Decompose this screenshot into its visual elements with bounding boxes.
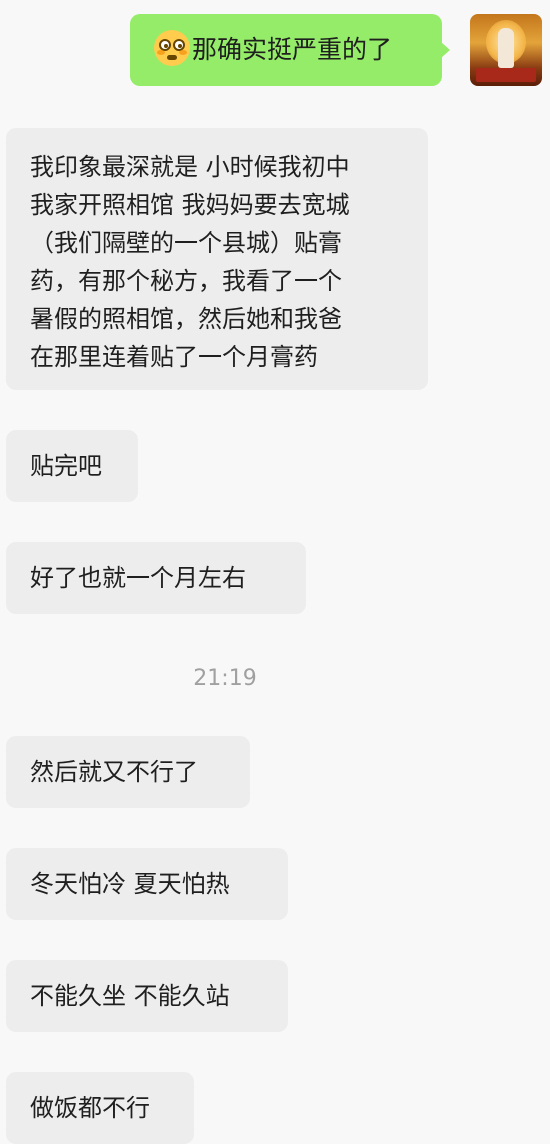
message-line: 贴完吧 — [30, 452, 102, 480]
incoming-message-bubble[interactable]: 好了也就一个月左右 — [6, 542, 306, 614]
incoming-message-bubble[interactable]: 然后就又不行了 — [6, 736, 250, 808]
message-line: 然后就又不行了 — [30, 758, 198, 786]
flushed-face-emoji — [154, 30, 190, 66]
incoming-message-bubble[interactable]: 做饭都不行 — [6, 1072, 194, 1144]
message-line: 冬天怕冷 夏天怕热 — [30, 870, 230, 898]
sender-avatar[interactable] — [470, 14, 542, 86]
message-line: 我家开照相馆 我妈妈要去宽城 — [30, 191, 350, 219]
incoming-message-bubble[interactable]: 我印象最深就是 小时候我初中 我家开照相馆 我妈妈要去宽城 （我们隔壁的一个县城… — [6, 128, 428, 390]
message-timestamp: 21:19 — [193, 666, 257, 691]
incoming-message-bubble[interactable]: 贴完吧 — [6, 430, 138, 502]
message-line: 暑假的照相馆，然后她和我爸 — [30, 305, 342, 333]
outgoing-message-bubble[interactable]: 那确实挺严重的了 — [130, 14, 450, 86]
message-line: 我印象最深就是 小时候我初中 — [30, 153, 350, 181]
message-line: （我们隔壁的一个县城）贴膏 — [30, 229, 342, 257]
message-line: 好了也就一个月左右 — [30, 564, 246, 592]
outgoing-message-text: 那确实挺严重的了 — [192, 35, 393, 64]
message-line: 药，有那个秘方，我看了一个 — [30, 267, 342, 295]
message-line: 做饭都不行 — [30, 1094, 150, 1122]
incoming-message-bubble[interactable]: 不能久坐 不能久站 — [6, 960, 288, 1032]
incoming-message-bubble[interactable]: 冬天怕冷 夏天怕热 — [6, 848, 288, 920]
message-line: 在那里连着贴了一个月膏药 — [30, 343, 318, 371]
message-line: 不能久坐 不能久站 — [30, 982, 230, 1010]
